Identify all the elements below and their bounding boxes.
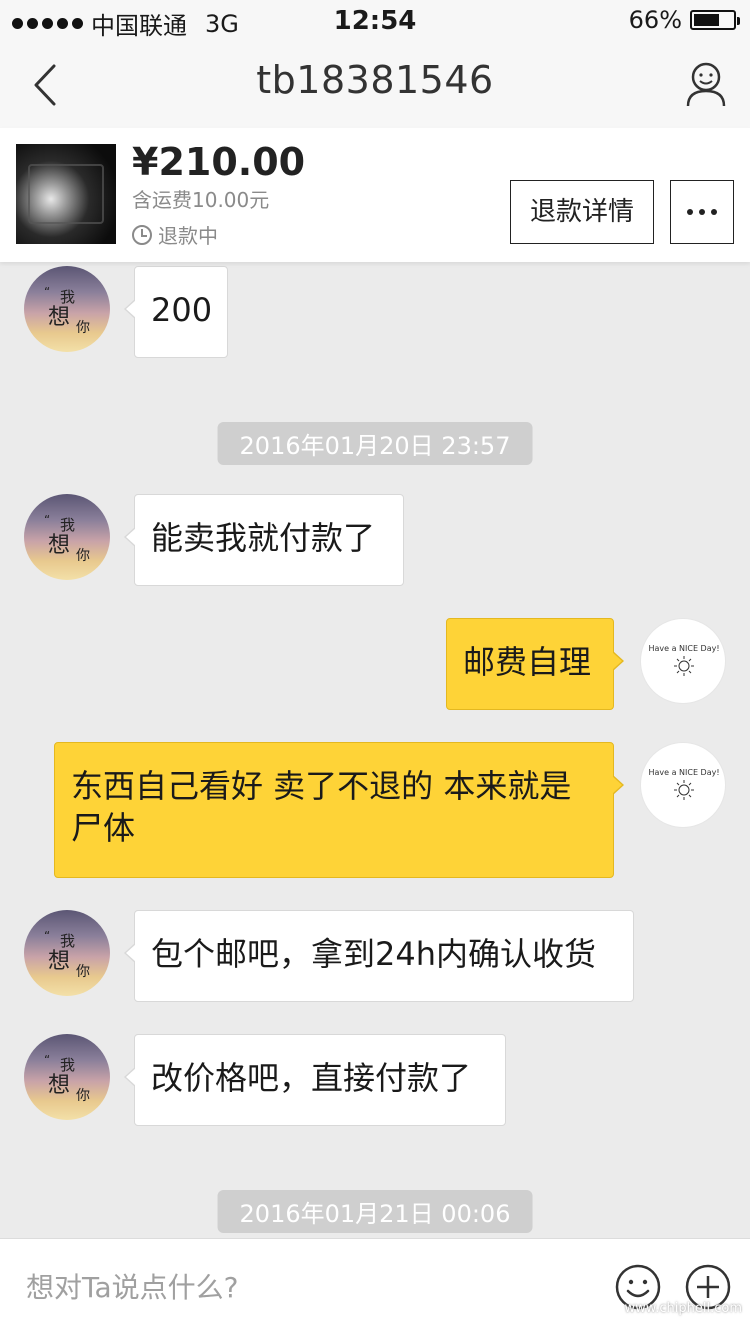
avatar-char: 我 xyxy=(60,288,75,306)
watermark: www.chiphell.com xyxy=(624,1301,742,1316)
message-input-bar: www.chiphell.com xyxy=(0,1238,750,1334)
message-timestamp: 2016年01月20日 23:57 xyxy=(217,422,533,465)
chat-title: tb18381546 xyxy=(256,58,494,102)
message-bubble[interactable]: 包个邮吧，拿到24h内确认收货 xyxy=(124,910,634,1002)
user-profile-icon[interactable] xyxy=(682,60,730,108)
svg-text:“: “ xyxy=(44,1053,50,1067)
message-input[interactable] xyxy=(26,1263,586,1311)
message-text: 包个邮吧，拿到24h内确认收货 xyxy=(151,935,597,973)
svg-text:“: “ xyxy=(44,929,50,943)
message-text: 改价格吧，直接付款了 xyxy=(151,1059,472,1097)
message-bubble[interactable]: 改价格吧，直接付款了 xyxy=(124,1034,506,1126)
message-text: 东西自己看好 卖了不退的 本来就是尸体 xyxy=(71,767,572,847)
message-bubble[interactable]: 能卖我就付款了 xyxy=(124,494,404,586)
message-text: 能卖我就付款了 xyxy=(151,519,376,557)
battery-percent: 66% xyxy=(628,6,682,34)
message-timestamp: 2016年01月21日 00:06 xyxy=(217,1190,533,1233)
avatar-char: 我 xyxy=(60,516,75,534)
message-text: 邮费自理 xyxy=(463,643,592,681)
avatar[interactable]: “ 我 想 你 xyxy=(24,910,110,996)
message-text: 200 xyxy=(151,291,213,329)
svg-text:“: “ xyxy=(44,285,50,299)
avatar[interactable]: “ 我 想 你 xyxy=(24,266,110,352)
avatar[interactable]: “ 我 想 你 xyxy=(24,494,110,580)
avatar-char: 我 xyxy=(60,932,75,950)
avatar-char: 你 xyxy=(76,964,90,980)
order-summary-bar: ¥210.00 含运费10.00元 退款中 退款详情 xyxy=(0,128,750,262)
battery-icon xyxy=(690,10,740,30)
message-bubble[interactable]: 200 xyxy=(124,266,228,358)
order-status-label: 退款中 xyxy=(158,224,218,248)
avatar-caption: Have a NICE Day! xyxy=(648,768,719,777)
clock-icon xyxy=(132,224,152,245)
chat-area[interactable]: “ 我 想 你 200 2016年01月20日 23:57 “ 我 想 你 能卖… xyxy=(0,262,750,1238)
battery-group: 66% xyxy=(628,6,740,34)
avatar-caption: Have a NICE Day! xyxy=(648,644,719,653)
more-icon[interactable] xyxy=(670,180,734,244)
message-bubble[interactable]: 东西自己看好 卖了不退的 本来就是尸体 xyxy=(54,742,624,878)
avatar[interactable]: “ 我 想 你 xyxy=(24,1034,110,1120)
svg-text:“: “ xyxy=(44,513,50,527)
product-thumbnail[interactable] xyxy=(16,144,116,244)
message-bubble[interactable]: 邮费自理 xyxy=(446,618,624,710)
refund-details-button[interactable]: 退款详情 xyxy=(510,180,654,244)
avatar-char: 你 xyxy=(76,320,90,336)
status-bar: 中国联通 3G 12:54 66% xyxy=(0,0,750,40)
avatar-char: 想 xyxy=(48,533,70,558)
avatar-char: 想 xyxy=(48,949,70,974)
avatar[interactable]: Have a NICE Day! xyxy=(640,618,726,704)
avatar-char: 想 xyxy=(48,305,70,330)
avatar-char: 我 xyxy=(60,1056,75,1074)
order-status: 退款中 xyxy=(132,220,218,249)
order-shipping: 含运费10.00元 xyxy=(132,188,270,212)
nav-bar: tb18381546 xyxy=(0,40,750,128)
battery-fill xyxy=(694,14,719,26)
avatar-char: 想 xyxy=(48,1073,70,1098)
order-price: ¥210.00 xyxy=(132,140,306,184)
avatar-char: 你 xyxy=(76,548,90,564)
avatar[interactable]: Have a NICE Day! xyxy=(640,742,726,828)
avatar-char: 你 xyxy=(76,1088,90,1104)
